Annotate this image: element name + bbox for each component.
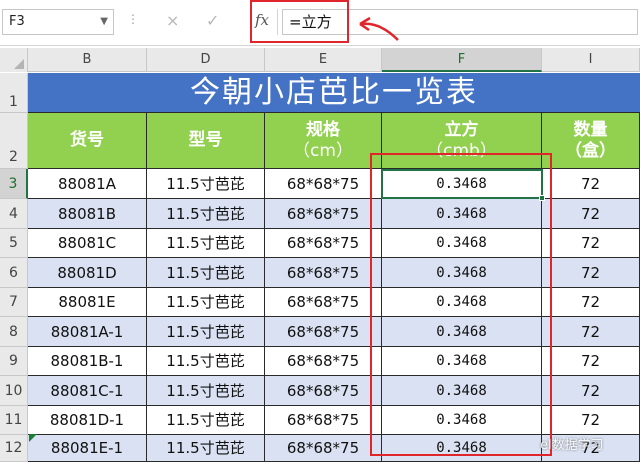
cell-volume[interactable]: 0.3468: [382, 317, 542, 347]
cell-item-no[interactable]: 88081B-1: [28, 347, 147, 376]
header-label: 立方: [444, 119, 479, 140]
name-box[interactable]: F3 ▼: [2, 9, 114, 35]
row-header-9[interactable]: 9: [0, 347, 28, 376]
cell-size[interactable]: 68*68*75: [265, 317, 382, 347]
cell-model[interactable]: 11.5寸芭芘: [147, 199, 265, 229]
cell-volume[interactable]: 0.3468: [382, 376, 542, 406]
cell-model[interactable]: 11.5寸芭芘: [147, 258, 265, 288]
cell-size[interactable]: 68*68*75: [265, 169, 382, 199]
cell-size[interactable]: 68*68*75: [265, 376, 382, 406]
header-unit: （cm）: [293, 140, 353, 161]
cell-item-no[interactable]: 88081E: [28, 288, 147, 317]
cell-model[interactable]: 11.5寸芭芘: [147, 169, 265, 199]
row-header-1[interactable]: 1: [0, 73, 28, 113]
column-header-b[interactable]: B: [28, 48, 147, 72]
cell-volume[interactable]: 0.3468: [382, 288, 542, 317]
header-cell-item-no[interactable]: 货号: [28, 113, 147, 169]
cell-quantity[interactable]: 72: [542, 258, 640, 288]
cell-item-no[interactable]: 88081A: [28, 169, 147, 199]
cell-size[interactable]: 68*68*75: [265, 406, 382, 435]
header-unit: （盒）: [565, 140, 616, 161]
cell-volume[interactable]: 0.3468: [382, 347, 542, 376]
cell-item-no[interactable]: 88081D-1: [28, 406, 147, 435]
header-cell-model[interactable]: 型号: [147, 113, 265, 169]
error-indicator-icon[interactable]: [29, 434, 37, 442]
select-all-icon: [14, 59, 24, 69]
row-header-10[interactable]: 10: [0, 376, 28, 406]
row-header-5[interactable]: 5: [0, 229, 28, 258]
cell-model[interactable]: 11.5寸芭芘: [147, 347, 265, 376]
cell-size[interactable]: 68*68*75: [265, 199, 382, 229]
cell-volume[interactable]: 0.3468: [382, 169, 542, 199]
cell-volume[interactable]: 0.3468: [382, 229, 542, 258]
cell-model[interactable]: 11.5寸芭芘: [147, 288, 265, 317]
header-cell-quantity[interactable]: 数量 （盒）: [542, 113, 640, 169]
cell-model[interactable]: 11.5寸芭芘: [147, 376, 265, 406]
cell-item-no[interactable]: 88081C-1: [28, 376, 147, 406]
cell-quantity[interactable]: 72: [542, 169, 640, 199]
name-box-value: F3: [9, 14, 25, 29]
column-header-d[interactable]: D: [147, 48, 265, 72]
header-label: 数量: [573, 119, 608, 140]
cell-size[interactable]: 68*68*75: [265, 347, 382, 376]
cell-item-no[interactable]: 88081C: [28, 229, 147, 258]
row-header-2[interactable]: 2: [0, 113, 28, 169]
row-header-11[interactable]: 11: [0, 406, 28, 435]
cell-quantity[interactable]: 72: [542, 288, 640, 317]
cell-item-no[interactable]: 88081D: [28, 258, 147, 288]
column-header-i[interactable]: I: [542, 48, 640, 72]
cell-quantity[interactable]: 72: [542, 406, 640, 435]
cell-size[interactable]: 68*68*75: [265, 288, 382, 317]
cell-quantity[interactable]: 72: [542, 317, 640, 347]
cell-volume[interactable]: 0.3468: [382, 199, 542, 229]
header-label: 规格: [306, 119, 340, 140]
cancel-icon[interactable]: ×: [166, 11, 179, 30]
cell-item-no[interactable]: 88081E-1: [28, 435, 147, 462]
chevron-down-icon[interactable]: ▼: [100, 10, 108, 34]
row-header-4[interactable]: 4: [0, 199, 28, 229]
cell-volume[interactable]: 0.3468: [382, 435, 542, 462]
cell-item-no[interactable]: 88081A-1: [28, 317, 147, 347]
cell-volume[interactable]: 0.3468: [382, 406, 542, 435]
cell-quantity[interactable]: 72: [542, 376, 640, 406]
select-all-corner[interactable]: [0, 48, 28, 72]
cell-model[interactable]: 11.5寸芭芘: [147, 317, 265, 347]
row-header-3[interactable]: 3: [0, 169, 28, 199]
cell-size[interactable]: 68*68*75: [265, 229, 382, 258]
cell-item-no[interactable]: 88081B: [28, 199, 147, 229]
highlight-box: [250, 0, 349, 43]
column-header-f[interactable]: F: [382, 48, 542, 72]
table-title[interactable]: 今朝小店芭比一览表: [28, 73, 640, 113]
cell-model[interactable]: 11.5寸芭芘: [147, 229, 265, 258]
header-cell-volume[interactable]: 立方 （cmb）: [382, 113, 542, 169]
formula-bar: F3 ▼ ⋮ × ✓ fx =立方: [0, 0, 640, 46]
header-label: 货号: [70, 130, 104, 150]
cell-volume[interactable]: 0.3468: [382, 258, 542, 288]
annotation-arrow: [359, 16, 399, 41]
row-header-8[interactable]: 8: [0, 317, 28, 347]
column-headers: B D E F I: [0, 48, 640, 72]
cell-quantity[interactable]: 72: [542, 347, 640, 376]
cell-size[interactable]: 68*68*75: [265, 258, 382, 288]
header-unit: （cmb）: [426, 140, 497, 161]
watermark: el数据学习: [540, 438, 604, 453]
enter-icon[interactable]: ✓: [206, 11, 219, 30]
grip-dots-icon[interactable]: ⋮: [127, 12, 139, 26]
row-header-7[interactable]: 7: [0, 288, 28, 317]
cell-quantity[interactable]: 72: [542, 229, 640, 258]
header-label: 型号: [188, 130, 223, 150]
column-header-e[interactable]: E: [265, 48, 382, 72]
row-header-12[interactable]: 12: [0, 435, 28, 462]
header-cell-size[interactable]: 规格 （cm）: [265, 113, 382, 169]
cell-size[interactable]: 68*68*75: [265, 435, 382, 462]
cell-model[interactable]: 11.5寸芭芘: [147, 435, 265, 462]
row-header-6[interactable]: 6: [0, 258, 28, 288]
cell-quantity[interactable]: 72: [542, 199, 640, 229]
cell-model[interactable]: 11.5寸芭芘: [147, 406, 265, 435]
